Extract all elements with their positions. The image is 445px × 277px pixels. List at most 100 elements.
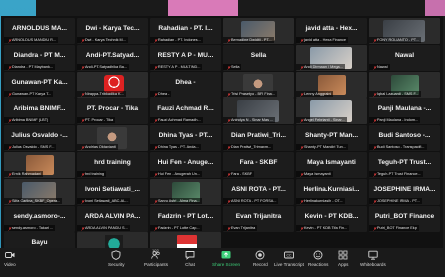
participant-tile[interactable]: Andi Dirmaan / Mega... [296, 44, 367, 71]
participant-tile[interactable]: Maya Ismayanti Maya Ismayanti [296, 151, 367, 178]
participant-tile[interactable]: Teguh-PT Trust... Teguh-PT Trust Finance.… [369, 151, 440, 178]
participant-tile[interactable]: Rahadian - PT. I... Rahadian - PT. Indone… [150, 18, 221, 44]
participant-tile[interactable]: Andrias Oktavianti [77, 125, 148, 152]
reactions-button[interactable]: Reactions [308, 250, 328, 267]
live-transcript-button[interactable]: CC Live Transcript [274, 250, 304, 267]
share-screen-label: Share Screen [212, 262, 241, 267]
mic-muted-icon [300, 92, 304, 97]
participant-tile[interactable]: Aribima BNIMF... Aribima BNIMF (LBT) [4, 98, 75, 125]
mic-muted-icon [154, 92, 158, 97]
participant-tile[interactable]: Evan Trijanitra Evan Trijanitra [223, 205, 294, 232]
participant-tile[interactable]: ARNOLDUS MA... ARNOLDUS MANDIU R... [4, 18, 75, 44]
participant-tile[interactable]: Fadzrin - PT Lot... Fadzrin - PT Lotte Ca… [150, 205, 221, 232]
participant-tile[interactable]: Angel Febrianti - Sinar... [296, 98, 367, 125]
mic-muted-icon [154, 173, 158, 177]
mic-muted-icon [300, 146, 304, 150]
participants-button[interactable]: 102 Participants [144, 248, 168, 267]
mic-muted-icon-wrapper [371, 118, 377, 124]
video-label: Video [4, 262, 16, 267]
participant-tile[interactable]: Dhea - Dhea - [150, 71, 221, 98]
mic-muted-icon [373, 146, 377, 150]
mic-muted-icon-wrapper [371, 92, 377, 97]
participant-tile[interactable]: Shanty-PT Man... Shanty-PT Mandiri Tun... [296, 125, 367, 152]
participant-tile[interactable]: Trisi Prasetyo - BFI Fina... [223, 71, 294, 98]
mic-muted-icon-wrapper [225, 118, 231, 124]
mic-muted-icon-wrapper [6, 118, 12, 124]
participant-tile[interactable]: Anindya N - Sinar Mas ... [223, 98, 294, 125]
share-screen-button[interactable]: Share Screen [212, 250, 240, 267]
participant-tile[interactable]: Sella Sella [223, 44, 294, 71]
mic-muted-icon-wrapper [225, 172, 231, 177]
participant-tile[interactable]: Silfa Carlina_SKBF_Opera... [4, 178, 75, 205]
participant-tile[interactable]: Fara - SKBF Fara - SKBF [223, 151, 294, 178]
participant-tile[interactable]: Dwi - Karya Tec... Dwi - Karya Technik M.… [77, 18, 148, 44]
mic-muted-icon-wrapper [371, 38, 377, 43]
participant-name: hrd training [94, 158, 131, 166]
participant-name: Kevin - PT KDB... [304, 212, 359, 220]
participant-tile[interactable]: PT. Procar - Tika PT. Procar - Tika [77, 98, 148, 125]
participant-name: Fauzi Achmad R... [157, 105, 214, 113]
whiteboards-button[interactable]: Whiteboards [360, 250, 386, 267]
participant-tile[interactable]: Herlina.Kurniasi... Herlinakurniasih - OT… [296, 178, 367, 205]
participant-tile[interactable]: FONY ROLIANTO - PT... [369, 18, 440, 44]
mic-muted-icon-wrapper [152, 118, 158, 124]
mic-muted-icon [300, 173, 304, 177]
record-icon [255, 250, 265, 260]
mic-muted-icon-wrapper [79, 226, 85, 231]
participant-tile[interactable]: Dhina Tyas - PT... Dhina Tyas - PT. Anda.… [150, 125, 221, 152]
participant-name-label: ASNI ROTA - PT FORSA... [223, 197, 279, 204]
participant-tile[interactable]: ARDA ALVIN PA... ARDA ALVIN PANDU S... [77, 205, 148, 232]
record-button[interactable]: Record [253, 250, 268, 267]
participant-tile[interactable]: Putri_BOT Finance Putri_BOT Finance Ekp [369, 205, 440, 232]
mic-muted-icon-wrapper [6, 172, 12, 177]
participant-tile[interactable]: Iqbal Lazuardi - SMS F... [369, 71, 440, 98]
participant-tile[interactable]: Sarvu Astri - Alma Fina... [150, 178, 221, 205]
participant-tile[interactable]: Kevin - PT KDB... Kevin - PT KDB Tifa Fin… [296, 205, 367, 232]
participant-tile[interactable]: Bernadine Dwiditi - PT... [223, 18, 294, 44]
participant-tile[interactable]: Fauzi Achmad R... Fauzi Achmad Ramadh... [150, 98, 221, 125]
participant-tile[interactable]: Julius Osvaldo -... Julius Osvaldo - SMS … [4, 125, 75, 152]
participant-tile[interactable]: Dian Pratiwi_Tri... Dian Pratiwi_Trimaxm.… [223, 125, 294, 152]
participant-tile[interactable]: Gunawan-PT Ka... Gunawan-PT Karya T... [4, 71, 75, 98]
participant-tile[interactable]: Hui Fen - Anuge... Hui Fen - Anugerah Un.… [150, 151, 221, 178]
whiteboard-icon [368, 250, 378, 260]
participant-tile[interactable]: Nawal Nawal [369, 44, 440, 71]
participant-tile[interactable]: JOSEPHINE IRMA... JOSEPHINE IRMA - PT... [369, 178, 440, 205]
mic-muted-icon-wrapper [6, 38, 12, 43]
mic-muted-icon [227, 92, 231, 97]
participant-tile[interactable]: Budi Santoso -... Budi Santoso - Transpac… [369, 125, 440, 152]
participants-count: 102 [152, 248, 159, 253]
video-button[interactable]: Video [4, 250, 16, 267]
mic-muted-icon [8, 119, 12, 124]
apps-button[interactable]: Apps [338, 250, 348, 267]
participant-tile[interactable]: Lenny Anggraini [296, 71, 367, 98]
participant-tile[interactable]: hrd training hrd training [77, 151, 148, 178]
participant-tile[interactable]: Diandra - PT M... Diandra - PT Maybank... [4, 44, 75, 71]
participant-name: ASNI ROTA - PT... [231, 185, 286, 193]
participant-tile[interactable]: javid atta - Hex... javid atta - Hexa Fin… [296, 18, 367, 44]
mic-muted-icon [154, 146, 158, 150]
mic-muted-icon [300, 226, 304, 231]
participant-tile[interactable]: Andi-PT.Satyad... Andi-PT.Satyadhika Ba..… [77, 44, 148, 71]
participant-tile[interactable]: ASNI ROTA - PT... ASNI ROTA - PT FORSA... [223, 178, 294, 205]
mic-muted-icon [373, 39, 377, 43]
mic-muted-icon [8, 39, 12, 43]
security-button[interactable]: Security [108, 250, 125, 267]
shield-icon [111, 250, 121, 260]
participant-tile[interactable]: Panji Maulana -... Panji Maulana - Indom.… [369, 98, 440, 125]
mic-muted-icon-wrapper [225, 92, 231, 97]
participant-tile[interactable]: Ernik Rahmadani [4, 151, 75, 178]
participant-tile[interactable]: RESTY A P - MU... RESTY A P - MULTIND... [150, 44, 221, 71]
participant-tile[interactable]: Nirappa-Tribkadika K... [77, 71, 148, 98]
participant-tile[interactable]: Ivoni Setiawati_... Ivoni Setiawati_ABC-A… [77, 178, 148, 205]
mic-muted-icon [227, 39, 231, 43]
participant-name-label: Teguh-PT Trust Finance... [369, 170, 423, 177]
mic-muted-icon-wrapper [298, 172, 304, 177]
chat-bubble-icon [185, 251, 195, 260]
mic-muted-icon-wrapper [79, 92, 85, 97]
participant-name: Dhea - [175, 78, 196, 86]
participant-name: Rahadian - PT. I... [158, 25, 213, 32]
mic-muted-icon [81, 226, 85, 231]
chat-button[interactable]: Chat [185, 250, 195, 267]
participant-tile[interactable]: sendy.asmoro-... sendy.asmoro - Takari ..… [4, 205, 75, 232]
